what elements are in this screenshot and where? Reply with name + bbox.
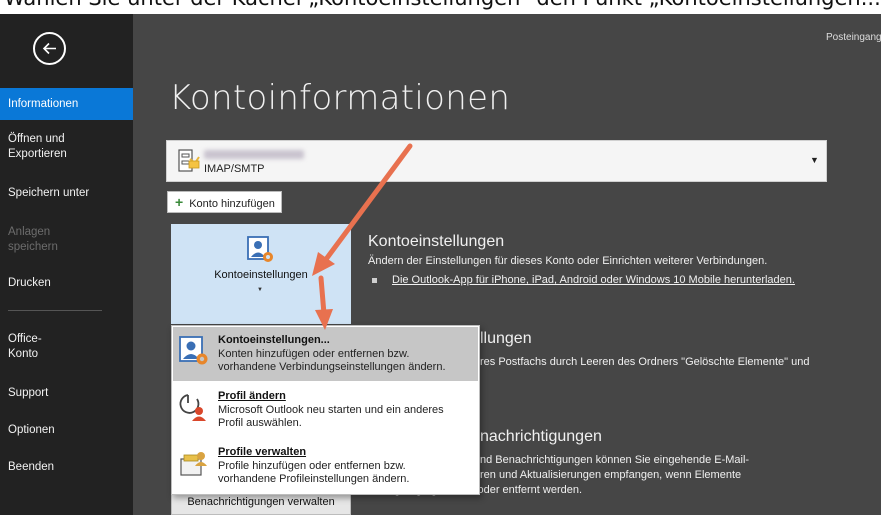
outlook-backstage: Informationen Öffnen und Exportieren Spe… xyxy=(0,14,881,515)
annotation-arrow-1 xyxy=(312,143,413,276)
annotation-arrow-2 xyxy=(315,275,333,330)
caption-text: Wählen Sie unter der Kachel „Kontoeinste… xyxy=(4,0,881,10)
annotation-arrows xyxy=(312,143,413,330)
